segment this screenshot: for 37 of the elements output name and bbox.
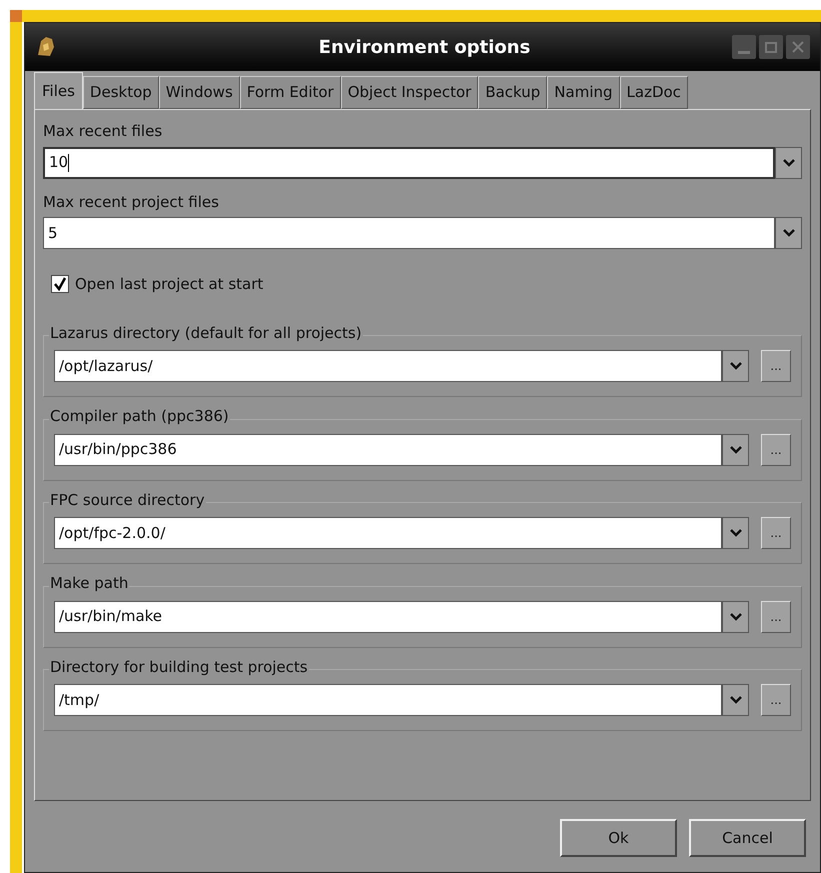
dialog-button[interactable]: Cancel	[689, 819, 806, 857]
app-logo-icon	[35, 35, 57, 59]
field-label: Max recent files	[43, 121, 164, 142]
path-field[interactable]: /opt/fpc-2.0.0/	[54, 517, 722, 549]
tab[interactable]: Files	[34, 72, 83, 109]
dropdown-button[interactable]	[722, 434, 749, 466]
dialog-button[interactable]: Ok	[560, 819, 677, 857]
checkbox[interactable]	[51, 275, 69, 294]
tab[interactable]: Backup	[478, 76, 548, 109]
browse-button[interactable]: ...	[761, 434, 791, 466]
window-title: Environment options	[318, 36, 530, 60]
browse-button[interactable]: ...	[761, 600, 791, 632]
tab[interactable]: Form Editor	[240, 76, 341, 109]
browse-button[interactable]: ...	[761, 517, 791, 549]
path-field[interactable]: /tmp/	[54, 684, 722, 716]
browse-button[interactable]: ...	[761, 684, 791, 716]
path-field[interactable]: /opt/lazarus/	[54, 350, 722, 382]
dropdown-button[interactable]	[722, 600, 749, 632]
browse-button[interactable]: ...	[761, 350, 791, 382]
field-label: Max recent project files	[43, 192, 220, 212]
tab[interactable]: Object Inspector	[340, 76, 478, 109]
combo-field[interactable]: 10	[43, 146, 775, 178]
tab[interactable]: Windows	[158, 76, 240, 109]
dropdown-button[interactable]	[775, 146, 802, 178]
tab[interactable]: LazDoc	[620, 76, 688, 109]
close-icon	[792, 41, 804, 53]
path-field[interactable]: /usr/bin/make	[54, 600, 722, 632]
tab[interactable]: Naming	[547, 76, 620, 109]
dropdown-button[interactable]	[722, 350, 749, 382]
corner-marker-icon	[10, 10, 22, 22]
tab[interactable]: Desktop	[82, 76, 159, 109]
dropdown-button[interactable]	[722, 517, 749, 549]
dropdown-button[interactable]	[722, 684, 749, 716]
combo-field[interactable]: 5	[43, 217, 775, 249]
dropdown-button[interactable]	[775, 217, 802, 249]
checkbox-label: Open last project at start	[75, 274, 264, 295]
path-field[interactable]: /usr/bin/ppc386	[54, 434, 722, 466]
